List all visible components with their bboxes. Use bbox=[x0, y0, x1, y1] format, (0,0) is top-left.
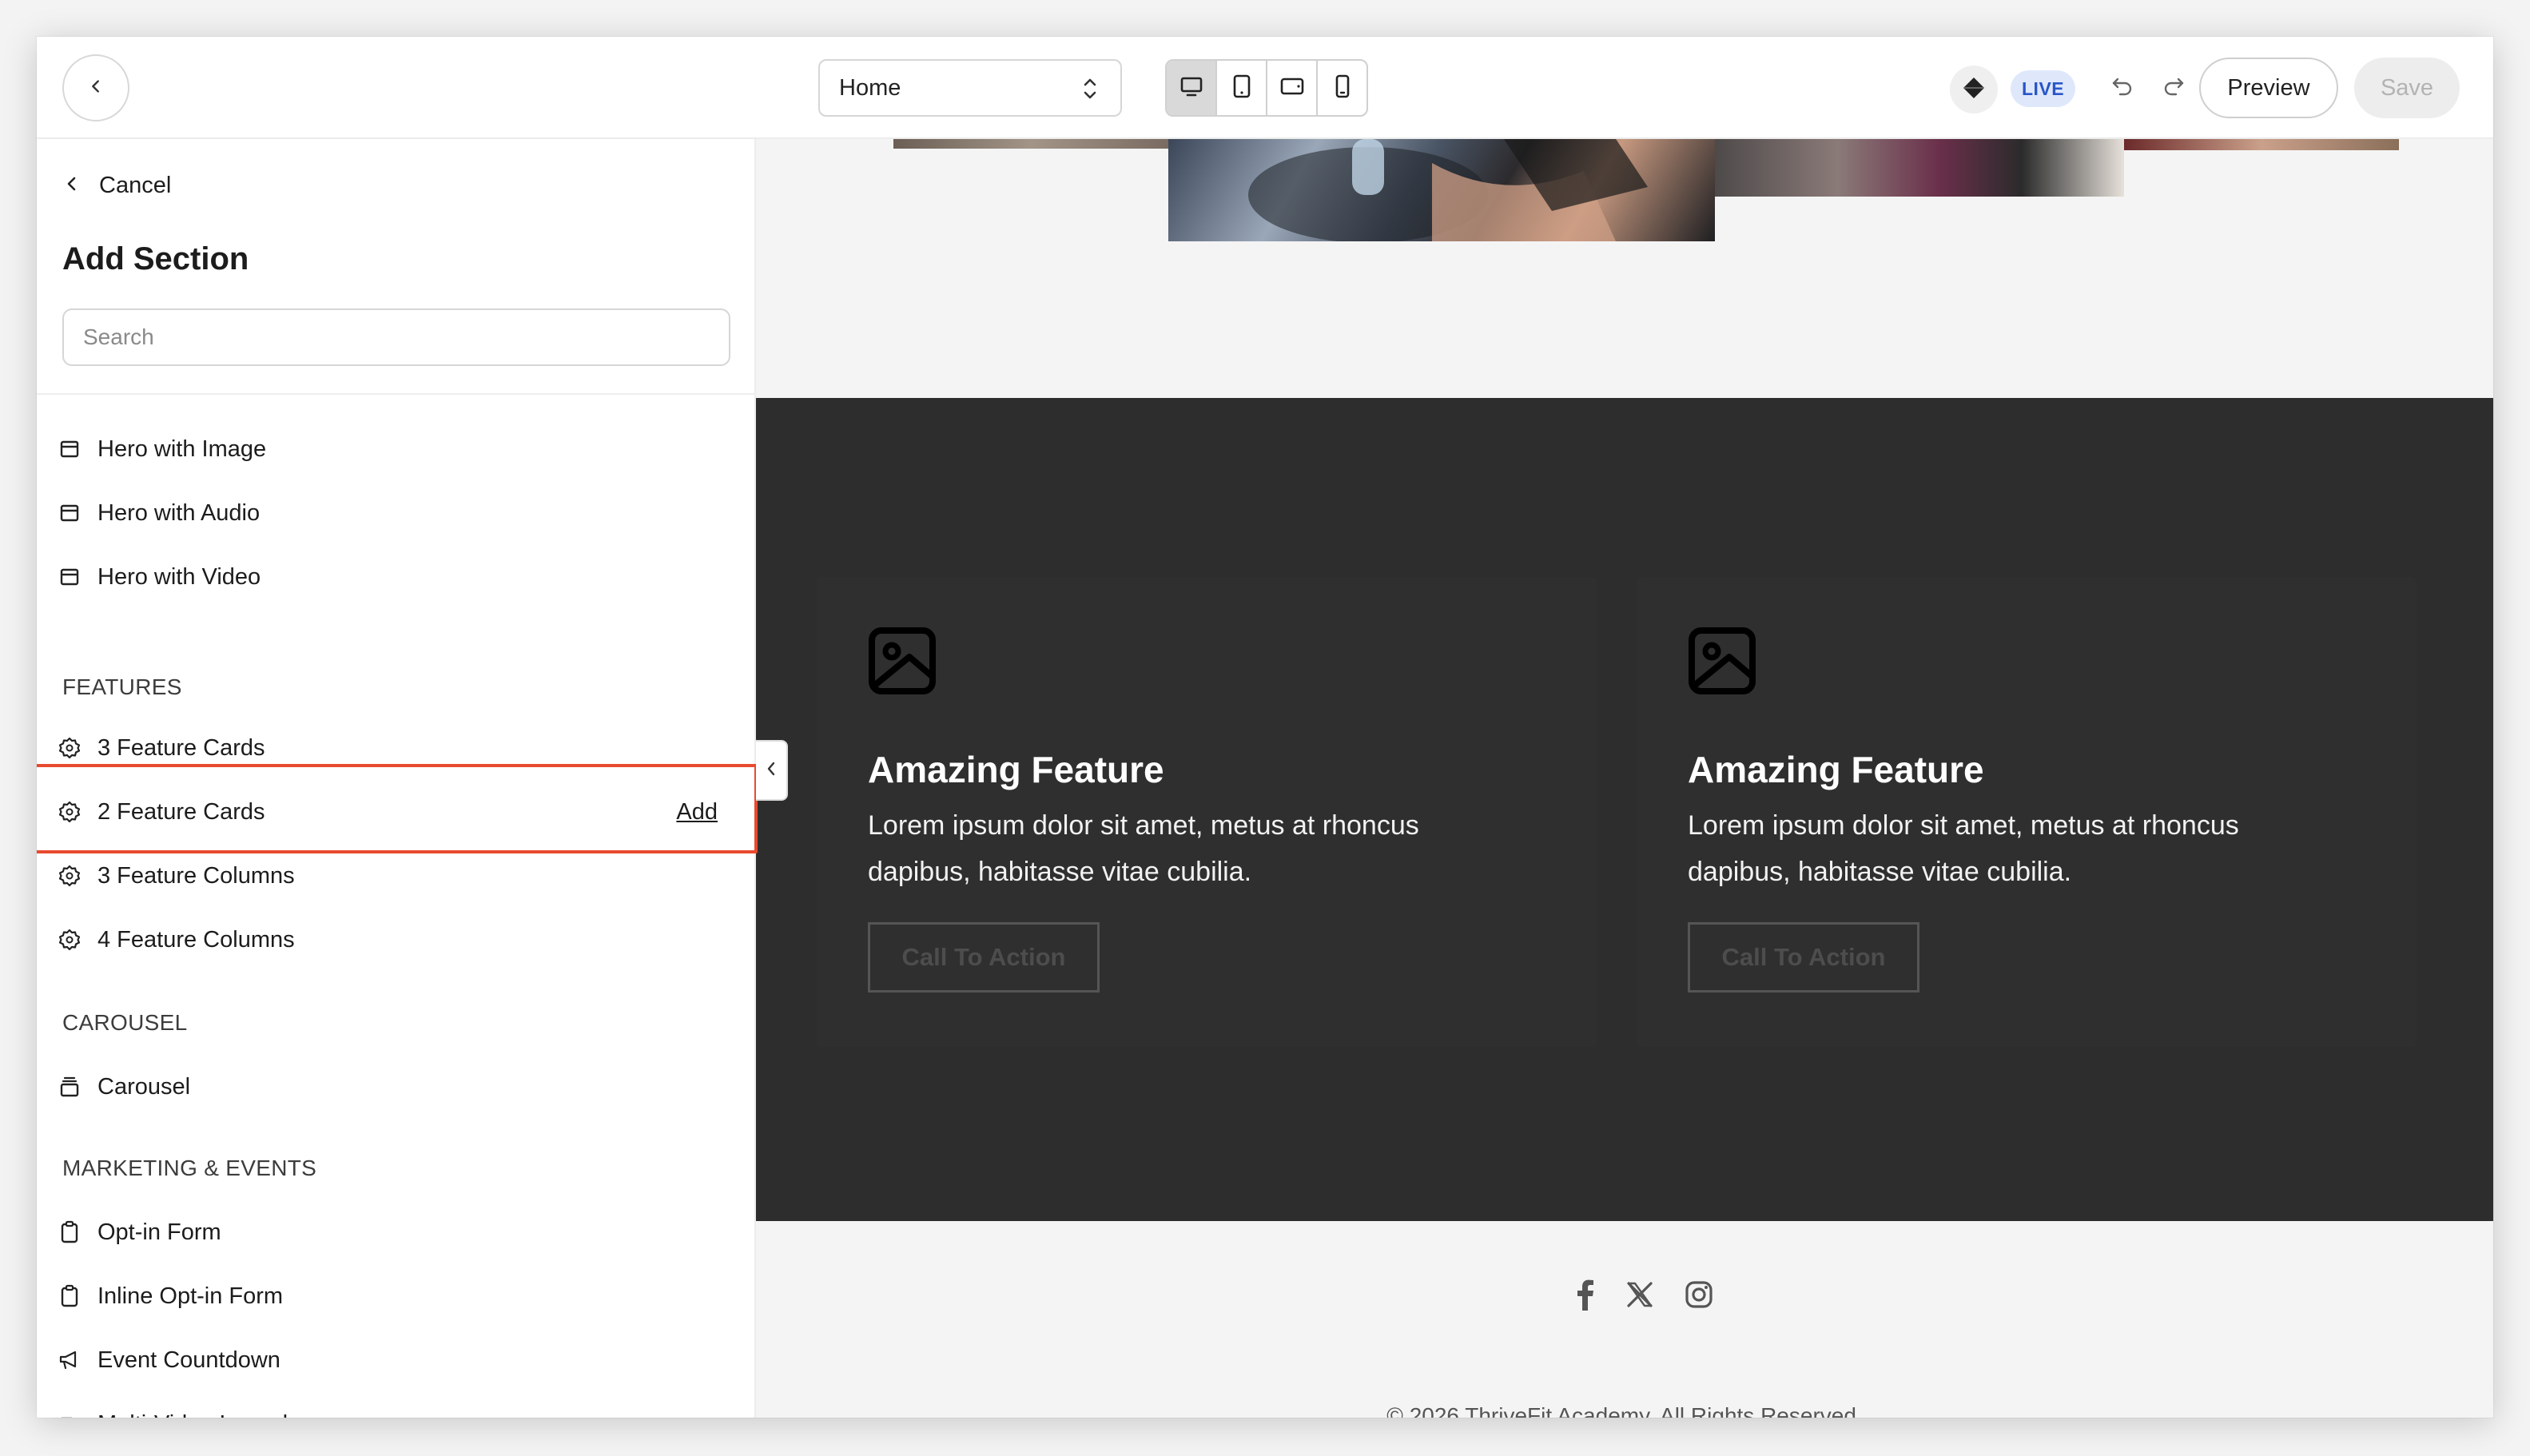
panel-title: Add Section bbox=[62, 241, 249, 276]
call-to-action-button[interactable]: Call To Action bbox=[1688, 922, 1919, 993]
feature-card: Amazing Feature Lorem ipsum dolor sit am… bbox=[817, 577, 1597, 1047]
back-button[interactable] bbox=[62, 54, 129, 121]
save-button[interactable]: Save bbox=[2354, 58, 2460, 118]
section-item-hero-image[interactable]: Hero with Image bbox=[58, 424, 737, 475]
search-input[interactable] bbox=[62, 308, 730, 366]
card-text: Lorem ipsum dolor sit amet, metus at rho… bbox=[1688, 810, 2239, 887]
cancel-label: Cancel bbox=[99, 173, 172, 198]
gallery-photo bbox=[1715, 139, 2124, 197]
x-icon[interactable] bbox=[1622, 1277, 1657, 1312]
badge-icon bbox=[58, 864, 82, 888]
brand-diamond-button[interactable] bbox=[1950, 66, 1998, 113]
section-item-label: Event Countdown bbox=[97, 1347, 280, 1373]
layout-icon bbox=[58, 437, 82, 461]
section-item-label: 2 Feature Cards bbox=[97, 798, 265, 825]
section-item-label: 3 Feature Columns bbox=[97, 862, 295, 889]
badge-icon bbox=[58, 800, 82, 824]
section-item-label: Opt-in Form bbox=[97, 1219, 221, 1245]
section-item-multi-video-launch[interactable]: Multi-Video Launch bbox=[58, 1398, 737, 1418]
live-status-badge: LIVE bbox=[2011, 70, 2076, 107]
section-item-3-feature-cards[interactable]: 3 Feature Cards bbox=[58, 722, 737, 774]
layout-icon bbox=[58, 565, 82, 589]
chevron-left-icon bbox=[87, 78, 105, 99]
card-title: Amazing Feature bbox=[868, 749, 1164, 790]
badge-icon bbox=[58, 736, 82, 760]
call-to-action-button[interactable]: Call To Action bbox=[868, 922, 1100, 993]
divider bbox=[37, 393, 756, 395]
section-item-hero-video[interactable]: Hero with Video bbox=[58, 551, 737, 603]
chevron-left-icon bbox=[66, 173, 78, 199]
section-item-event-countdown[interactable]: Event Countdown bbox=[58, 1335, 737, 1386]
top-toolbar: Home LIVE Preview Save bbox=[37, 37, 2493, 139]
section-item-carousel[interactable]: Carousel bbox=[58, 1061, 737, 1112]
gallery-photo bbox=[1168, 139, 1715, 241]
page-selector[interactable]: Home bbox=[818, 59, 1122, 117]
preview-button[interactable]: Preview bbox=[2199, 58, 2338, 118]
card-text: Lorem ipsum dolor sit amet, metus at rho… bbox=[868, 810, 1419, 887]
section-item-label: 4 Feature Columns bbox=[97, 926, 295, 953]
device-toggle-group bbox=[1165, 59, 1368, 117]
add-section-panel: Cancel Add Section Hero with Image Hero … bbox=[37, 139, 758, 1418]
badge-icon bbox=[58, 928, 82, 952]
section-item-label: Carousel bbox=[97, 1073, 191, 1100]
tablet-view-button[interactable] bbox=[1217, 61, 1267, 115]
card-title: Amazing Feature bbox=[1688, 749, 1984, 790]
mobile-view-button[interactable] bbox=[1318, 61, 1366, 115]
instagram-icon[interactable] bbox=[1681, 1277, 1717, 1312]
tablet-icon bbox=[1231, 74, 1252, 103]
redo-button[interactable] bbox=[2158, 72, 2190, 104]
video-icon bbox=[58, 1412, 82, 1418]
page-canvas: Amazing Feature Lorem ipsum dolor sit am… bbox=[756, 139, 2493, 1418]
facebook-icon[interactable] bbox=[1568, 1277, 1603, 1312]
mobile-icon bbox=[1334, 74, 1351, 103]
section-item-4-feature-columns[interactable]: 4 Feature Columns bbox=[58, 914, 737, 965]
tablet-landscape-view-button[interactable] bbox=[1267, 61, 1318, 115]
image-placeholder-icon bbox=[1688, 627, 1756, 699]
undo-button[interactable] bbox=[2106, 72, 2138, 104]
collapse-panel-handle[interactable] bbox=[756, 740, 788, 801]
section-item-label: Multi-Video Launch bbox=[97, 1411, 296, 1418]
cancel-button[interactable]: Cancel bbox=[66, 173, 171, 199]
feature-cards-section: Amazing Feature Lorem ipsum dolor sit am… bbox=[756, 398, 2493, 1221]
page-selector-value: Home bbox=[839, 74, 901, 101]
section-item-label: Hero with Video bbox=[97, 563, 261, 590]
section-item-label: 3 Feature Cards bbox=[97, 734, 265, 761]
clipboard-icon bbox=[58, 1284, 82, 1308]
chevron-left-icon bbox=[766, 760, 777, 782]
clipboard-icon bbox=[58, 1220, 82, 1244]
tablet-landscape-icon bbox=[1279, 76, 1305, 101]
section-item-label: Inline Opt-in Form bbox=[97, 1283, 284, 1309]
megaphone-icon bbox=[58, 1348, 82, 1372]
feature-card: Amazing Feature Lorem ipsum dolor sit am… bbox=[1637, 577, 2417, 1047]
editor-window: Home LIVE Preview Save Cancel Add Sectio… bbox=[37, 37, 2493, 1418]
section-item-opt-in-form[interactable]: Opt-in Form bbox=[58, 1207, 737, 1258]
group-heading-features: FEATURES bbox=[62, 674, 182, 699]
section-item-2-feature-cards[interactable]: 2 Feature Cards Add bbox=[58, 786, 737, 837]
desktop-icon bbox=[1179, 74, 1204, 102]
gallery-photo bbox=[2124, 139, 2399, 150]
image-placeholder-icon bbox=[868, 627, 937, 699]
layout-icon bbox=[58, 501, 82, 525]
gallery-photo bbox=[893, 139, 1168, 149]
copyright-text: © 2026 ThriveFit Academy. All Rights Res… bbox=[1386, 1403, 1863, 1418]
section-item-hero-audio[interactable]: Hero with Audio bbox=[58, 487, 737, 539]
diamond-icon bbox=[1962, 76, 1986, 104]
undo-icon bbox=[2110, 74, 2134, 102]
carousel-icon bbox=[58, 1075, 82, 1099]
group-heading-carousel: CAROUSEL bbox=[62, 1010, 188, 1035]
page-footer: © 2026 ThriveFit Academy. All Rights Res… bbox=[756, 1221, 2493, 1418]
section-item-inline-opt-in-form[interactable]: Inline Opt-in Form bbox=[58, 1271, 737, 1322]
chevron-up-down-icon bbox=[1080, 75, 1100, 109]
section-item-3-feature-columns[interactable]: 3 Feature Columns bbox=[58, 850, 737, 901]
redo-icon bbox=[2162, 74, 2186, 102]
group-heading-marketing: MARKETING & EVENTS bbox=[62, 1156, 317, 1180]
section-item-label: Hero with Image bbox=[97, 436, 267, 462]
add-section-link[interactable]: Add bbox=[676, 799, 718, 825]
desktop-view-button[interactable] bbox=[1167, 61, 1217, 115]
section-item-label: Hero with Audio bbox=[97, 499, 261, 526]
